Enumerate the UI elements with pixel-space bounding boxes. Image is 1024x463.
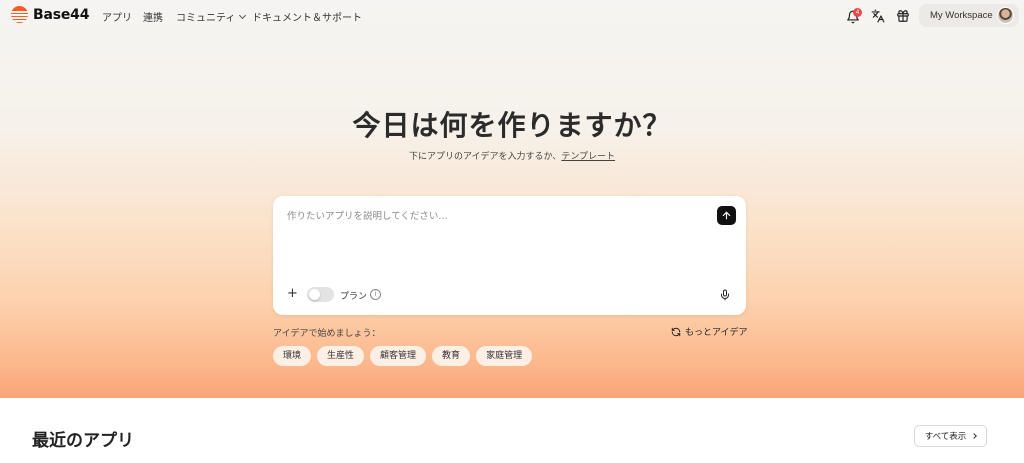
more-ideas-button[interactable]: もっとアイデア xyxy=(671,325,748,338)
app-description-input[interactable] xyxy=(287,208,707,268)
nav-link-integrations[interactable]: 連携 xyxy=(143,9,163,24)
more-ideas-label: もっとアイデア xyxy=(685,328,748,338)
brand-logo[interactable]: Base44 xyxy=(11,6,89,23)
idea-chip-education[interactable]: 教育 xyxy=(432,346,471,366)
arrow-up-icon xyxy=(722,211,731,220)
idea-chips: 環境 生産性 顧客管理 教育 家庭管理 xyxy=(273,346,533,366)
gift-button[interactable] xyxy=(896,8,910,22)
idea-chip-crm[interactable]: 顧客管理 xyxy=(370,346,427,366)
workspace-label: My Workspace xyxy=(930,10,993,21)
templates-link[interactable]: テンプレート xyxy=(561,152,615,162)
refresh-icon xyxy=(671,327,681,336)
language-button[interactable] xyxy=(871,8,885,23)
idea-chip-environment[interactable]: 環境 xyxy=(273,346,312,366)
show-all-button[interactable]: すべて表示 xyxy=(914,425,987,447)
notification-count-badge: 4 xyxy=(853,8,862,17)
idea-chip-productivity[interactable]: 生産性 xyxy=(317,346,365,366)
top-nav: Base44 アプリ 連携 コミュニティ ドキュメント＆サポート 4 My Wo… xyxy=(0,0,1024,32)
voice-input-button[interactable] xyxy=(719,287,731,301)
show-all-label: すべて表示 xyxy=(924,432,967,442)
nav-link-community[interactable]: コミュニティ xyxy=(176,9,247,24)
add-attachment-button[interactable]: + xyxy=(287,287,298,300)
prompt-box: + プラン i xyxy=(273,196,746,315)
plan-label: プラン xyxy=(340,292,368,302)
page-title: 今日は何を作りますか？ xyxy=(352,109,672,142)
chevron-down-icon xyxy=(239,11,247,19)
send-button[interactable] xyxy=(717,206,736,225)
idea-chip-household[interactable]: 家庭管理 xyxy=(476,346,533,366)
user-avatar[interactable] xyxy=(997,7,1014,24)
microphone-icon xyxy=(721,289,729,301)
chevron-right-icon xyxy=(971,433,978,439)
base44-logo-icon xyxy=(11,6,28,23)
nav-link-community-label: コミュニティ xyxy=(176,13,236,24)
brand-name: Base44 xyxy=(33,6,90,23)
nav-link-apps[interactable]: アプリ xyxy=(102,9,132,24)
hero-subtitle: 下にアプリのアイデアを入力するか、テンプレート xyxy=(0,149,1024,162)
nav-link-docs-support[interactable]: ドキュメント＆サポート xyxy=(252,9,362,24)
plan-toggle-knob xyxy=(309,289,320,300)
recent-apps-heading: 最近のアプリ xyxy=(32,431,134,451)
translate-icon xyxy=(871,9,885,23)
plan-toggle[interactable] xyxy=(307,287,334,302)
info-icon[interactable]: i xyxy=(370,289,381,300)
ideas-label: アイデアで始めましょう： xyxy=(273,329,381,339)
workspace-switcher[interactable]: My Workspace xyxy=(919,4,1019,27)
gift-icon xyxy=(897,10,909,22)
hero-subtitle-text: 下にアプリのアイデアを入力するか、 xyxy=(408,152,562,162)
